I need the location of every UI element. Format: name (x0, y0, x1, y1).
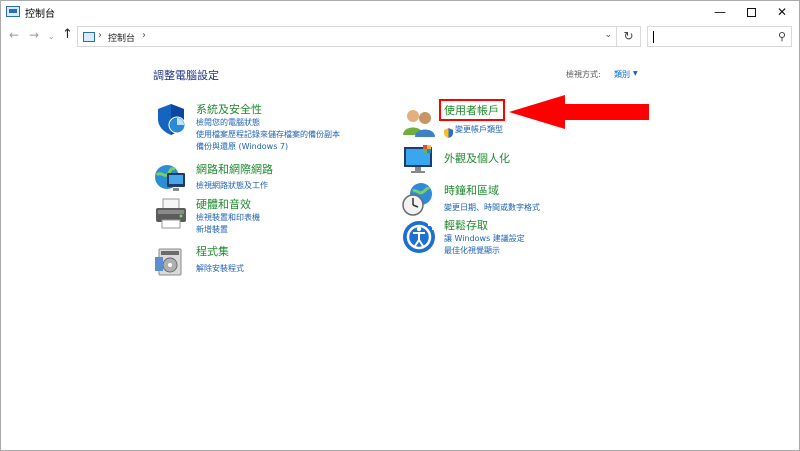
title-bar: 控制台 — ✕ (1, 1, 799, 23)
network-title[interactable]: 網路和網際網路 (196, 161, 273, 177)
search-input[interactable]: ⚲ (647, 26, 792, 47)
page-title: 調整電腦設定 (153, 69, 219, 82)
shield-icon[interactable] (153, 101, 189, 137)
up-button[interactable]: ↑ (62, 27, 73, 42)
network-globe-icon[interactable] (153, 161, 189, 197)
hardware-sound-title[interactable]: 硬體和音效 (196, 196, 251, 212)
back-button[interactable]: ← (9, 28, 19, 42)
users-icon[interactable] (401, 105, 437, 141)
minimize-button[interactable]: — (703, 1, 737, 23)
view-by-label: 檢視方式: (566, 70, 601, 79)
clock-region-link-formats[interactable]: 變更日期、時間或數字格式 (444, 202, 540, 213)
close-button[interactable]: ✕ (765, 1, 799, 23)
maximize-button[interactable] (734, 1, 768, 23)
ease-of-access-link-visual[interactable]: 最佳化視覺顯示 (444, 245, 500, 256)
clock-region-title[interactable]: 時鐘和區域 (444, 182, 499, 198)
programs-title[interactable]: 程式集 (196, 243, 229, 259)
callout-arrow-icon (509, 95, 649, 129)
clock-globe-icon[interactable] (401, 181, 437, 217)
control-panel-icon (6, 6, 20, 17)
refresh-button[interactable]: ↻ (617, 26, 641, 47)
control-panel-address-icon (83, 32, 95, 42)
highlight-box (439, 99, 505, 121)
forward-button[interactable]: → (29, 28, 39, 42)
appearance-title[interactable]: 外觀及個人化 (444, 150, 510, 166)
breadcrumb-control-panel[interactable]: 控制台 (108, 31, 135, 44)
search-icon[interactable]: ⚲ (778, 30, 786, 43)
maximize-icon (746, 8, 756, 17)
view-by-arrow-icon[interactable]: ▼ (633, 70, 638, 77)
breadcrumb-separator[interactable]: › (142, 30, 146, 41)
user-accounts-link-change-type[interactable]: 變更帳戶類型 (455, 124, 503, 135)
appearance-monitor-icon[interactable] (401, 141, 437, 177)
hardware-sound-link-devices[interactable]: 檢視裝置和印表機 (196, 212, 260, 223)
programs-link-uninstall[interactable]: 解除安裝程式 (196, 263, 244, 274)
recent-locations-button[interactable]: ⌄ (48, 32, 55, 41)
control-panel-window: 控制台 — ✕ ← → ⌄ ↑ › 控制台 › ⌄ ↻ ⚲ 調整電腦設定 檢視方… (0, 0, 800, 451)
hardware-sound-link-add-device[interactable]: 新增裝置 (196, 224, 228, 235)
ease-of-access-link-recommend[interactable]: 讓 Windows 建議設定 (444, 233, 525, 244)
programs-icon[interactable] (153, 243, 189, 279)
system-security-link-file-history[interactable]: 使用檔案歷程記錄來儲存檔案的備份副本 (196, 129, 340, 140)
navigation-bar: ← → ⌄ ↑ › 控制台 › ⌄ ↻ ⚲ (1, 23, 799, 51)
window-title: 控制台 (25, 9, 55, 20)
ease-of-access-icon[interactable] (401, 219, 437, 255)
breadcrumb-separator[interactable]: › (98, 30, 102, 41)
uac-shield-icon (444, 123, 453, 138)
system-security-title[interactable]: 系統及安全性 (196, 101, 262, 117)
text-caret (653, 31, 654, 43)
printer-icon[interactable] (153, 196, 189, 232)
system-security-link-backup[interactable]: 備份與還原 (Windows 7) (196, 141, 288, 152)
address-bar[interactable]: › 控制台 › ⌄ (77, 26, 617, 47)
view-by-dropdown[interactable]: 類別 (614, 69, 630, 80)
network-link-status[interactable]: 檢視網路狀態及工作 (196, 180, 268, 191)
system-security-link-status[interactable]: 檢閱您的電腦狀態 (196, 117, 260, 128)
address-dropdown-button[interactable]: ⌄ (604, 30, 612, 40)
ease-of-access-title[interactable]: 輕鬆存取 (444, 217, 488, 233)
